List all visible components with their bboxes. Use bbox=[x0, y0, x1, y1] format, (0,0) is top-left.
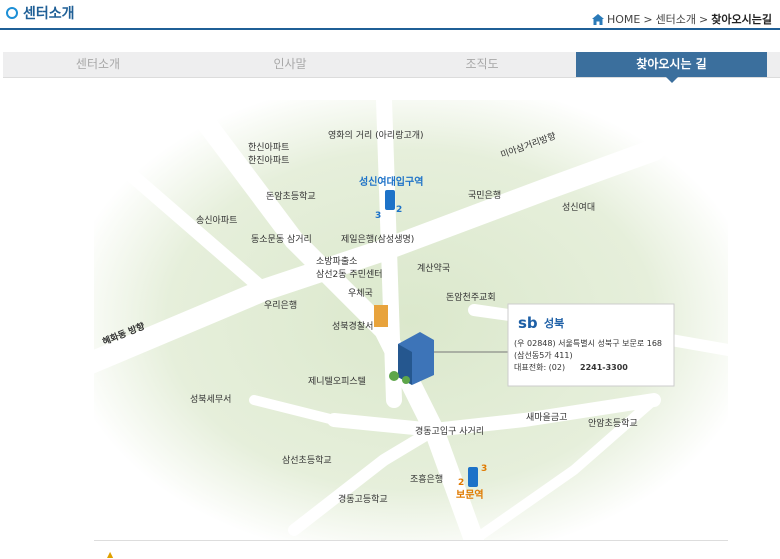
station-sungshin-label: 성신여대입구역 bbox=[359, 175, 423, 188]
place-label: 성신여대 bbox=[562, 201, 595, 213]
tab-bar: 센터소개 인사말 조직도 찾아오시는 길 bbox=[3, 52, 780, 83]
breadcrumb-home[interactable]: HOME bbox=[607, 13, 640, 26]
station-sungshin-line: 2 bbox=[396, 205, 402, 215]
breadcrumb: HOME > 센터소개 > 찾아오시는길 bbox=[591, 11, 772, 27]
map-bottom-divider bbox=[94, 540, 728, 541]
breadcrumb-current: 찾아오시는길 bbox=[711, 13, 772, 26]
station-sungshin-icon bbox=[385, 190, 395, 210]
page-title: 센터소개 bbox=[6, 3, 75, 23]
station-sungshin-line: 3 bbox=[375, 211, 381, 221]
office-phone: 2241-3300 bbox=[580, 363, 628, 372]
page-title-text: 센터소개 bbox=[23, 6, 75, 22]
tab-organization[interactable]: 조직도 bbox=[387, 52, 577, 77]
home-icon[interactable] bbox=[591, 13, 604, 25]
place-label: 삼선초등학교 bbox=[282, 455, 332, 466]
map-canvas: 성신여대입구역 3 2 보문역 2 3 영화의 거리 (아리랑고개) 미아삼거리… bbox=[63, 92, 734, 550]
brand-logo: sb bbox=[518, 314, 538, 332]
place-label: 성북경찰서 bbox=[332, 320, 373, 332]
place-label: 제니텔오피스텔 bbox=[308, 375, 366, 387]
tab-directions[interactable]: 찾아오시는 길 bbox=[576, 52, 767, 83]
office-address: (우 02848) 서울특별시 성북구 보문로 168 bbox=[514, 338, 662, 348]
place-label: 동소문동 삼거리 bbox=[251, 234, 312, 245]
tab-center-intro[interactable]: 센터소개 bbox=[3, 52, 193, 77]
place-label: 한진아파트 bbox=[248, 155, 289, 166]
place-label: 삼선2동 주민센터 bbox=[316, 269, 383, 280]
place-label: 경동고등학교 bbox=[338, 493, 388, 505]
place-label: 안암초등학교 bbox=[588, 417, 638, 429]
office-address-2: (삼선동5가 411) bbox=[514, 350, 573, 360]
circle-icon bbox=[6, 7, 18, 19]
place-label: 송신아파트 bbox=[196, 215, 237, 226]
station-bomun-line: 3 bbox=[481, 464, 487, 474]
place-label: 조흥은행 bbox=[410, 473, 443, 485]
place-label: 국민은행 bbox=[468, 189, 501, 201]
place-label: 우체국 bbox=[348, 288, 373, 299]
place-label: 돈암천주교회 bbox=[446, 291, 496, 303]
breadcrumb-separator: > bbox=[643, 12, 653, 26]
road-label-yeonhwa: 영화의 거리 (아리랑고개) bbox=[328, 129, 424, 141]
station-bomun-icon bbox=[468, 467, 478, 487]
place-label: 성북세무서 bbox=[190, 394, 231, 405]
station-bomun-line: 2 bbox=[458, 478, 464, 488]
office-info-box: sb 성북 (우 02848) 서울특별시 성북구 보문로 168 (삼선동5가… bbox=[507, 303, 675, 387]
place-label: 새마을금고 bbox=[526, 412, 567, 423]
breadcrumb-center[interactable]: 센터소개 bbox=[656, 11, 696, 27]
brand-district: 성북 bbox=[544, 316, 564, 330]
place-label: 우리은행 bbox=[264, 299, 297, 311]
breadcrumb-separator: > bbox=[699, 12, 709, 26]
place-label: 제일은행(삼성생명) bbox=[341, 233, 414, 245]
place-label: 돈암초등학교 bbox=[266, 190, 316, 202]
place-label: 한신아파트 bbox=[248, 142, 289, 153]
page-header: 센터소개 HOME > 센터소개 > 찾아오시는길 bbox=[0, 0, 780, 30]
place-label: 경동고입구 사거리 bbox=[415, 425, 484, 437]
header-divider bbox=[0, 28, 780, 30]
police-station-icon bbox=[374, 305, 388, 327]
office-phone-label: 대표전화: (02) bbox=[514, 362, 565, 372]
location-map: 성신여대입구역 3 2 보문역 2 3 영화의 거리 (아리랑고개) 미아삼거리… bbox=[63, 92, 734, 550]
place-label: 소방파출소 bbox=[316, 256, 357, 267]
tab-greeting[interactable]: 인사말 bbox=[195, 52, 385, 77]
place-label: 계산약국 bbox=[417, 262, 450, 274]
station-bomun-label: 보문역 bbox=[456, 488, 484, 501]
